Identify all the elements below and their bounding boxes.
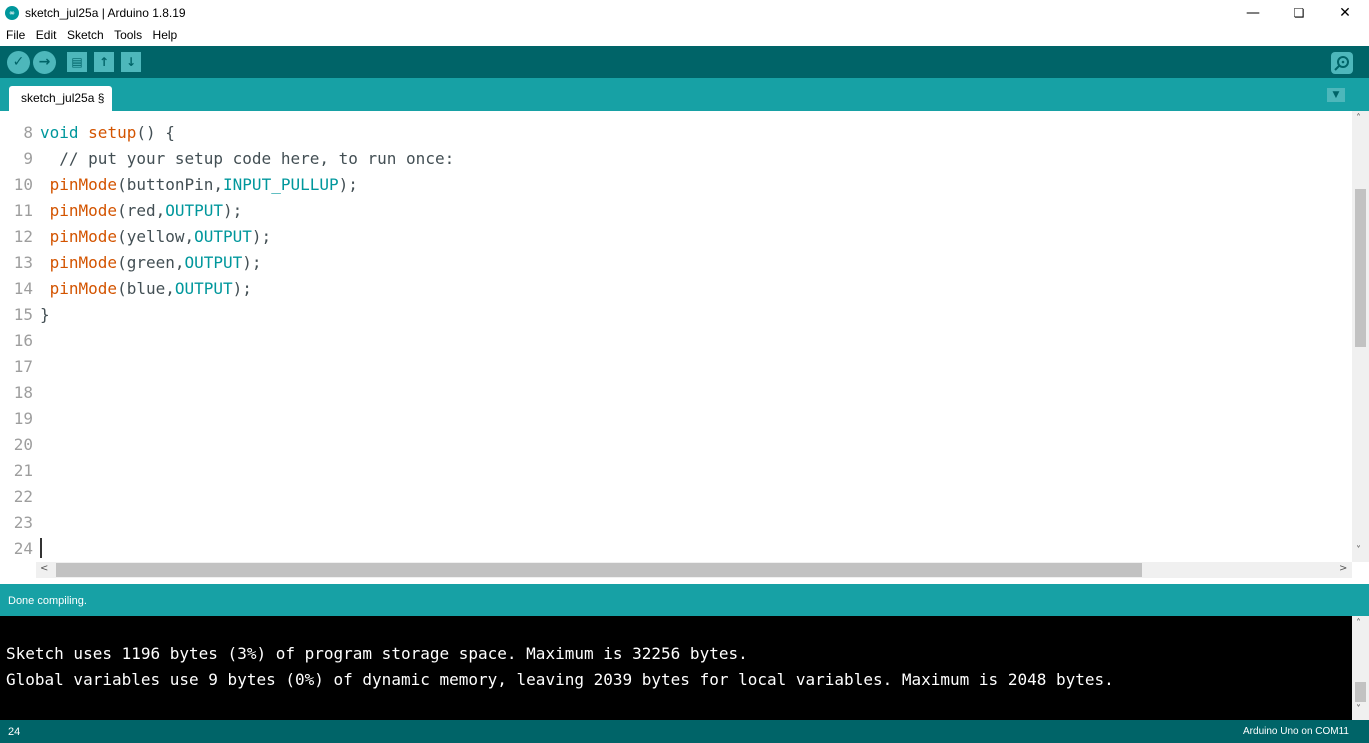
line-number: 16	[13, 331, 33, 350]
scroll-up-icon[interactable]: ˄	[1356, 618, 1361, 629]
minimize-button[interactable]: —	[1230, 0, 1276, 26]
status-message: Done compiling.	[8, 595, 87, 607]
new-sketch-button[interactable]: ▤	[67, 52, 87, 72]
verify-button[interactable]: ✓	[7, 51, 30, 74]
menu-bar: File Edit Sketch Tools Help	[0, 26, 1369, 46]
scroll-left-icon[interactable]: <	[40, 563, 48, 574]
editor-horizontal-scrollbar[interactable]: < >	[36, 562, 1352, 578]
line-number: 22	[13, 487, 33, 506]
code-line: void setup() {	[40, 123, 175, 142]
code-line: // put your setup code here, to run once…	[40, 149, 455, 168]
line-number: 10	[13, 175, 33, 194]
toolbar: ✓ → ▤ ↑ ↓	[0, 46, 1369, 78]
window-title: sketch_jul25a | Arduino 1.8.19	[25, 6, 186, 20]
restore-button[interactable]: ❏	[1276, 0, 1322, 26]
menu-sketch[interactable]: Sketch	[67, 26, 104, 42]
scroll-down-icon[interactable]: ˅	[1356, 545, 1361, 556]
line-number: 15	[13, 305, 33, 324]
console-scroll-thumb[interactable]	[1355, 682, 1366, 702]
serial-monitor-button[interactable]	[1331, 52, 1353, 74]
menu-tools[interactable]: Tools	[114, 26, 142, 42]
arduino-logo-icon: ∞	[5, 6, 19, 20]
code-line: pinMode(yellow,OUTPUT);	[40, 227, 272, 246]
tab-sketch[interactable]: sketch_jul25a §	[9, 86, 113, 111]
console-line: Global variables use 9 bytes (0%) of dyn…	[6, 670, 1114, 689]
line-number: 18	[13, 383, 33, 402]
open-sketch-button[interactable]: ↑	[94, 52, 114, 72]
bottom-status-bar: 24 Arduino Uno on COM11	[0, 720, 1369, 743]
vertical-scroll-thumb[interactable]	[1355, 189, 1366, 347]
board-port-info: Arduino Uno on COM11	[1243, 726, 1349, 737]
close-button[interactable]: ✕	[1322, 0, 1368, 26]
code-line: pinMode(green,OUTPUT);	[40, 253, 262, 272]
line-number: 8	[23, 123, 33, 142]
code-line: pinMode(buttonPin,INPUT_PULLUP);	[40, 175, 358, 194]
upload-button[interactable]: →	[33, 51, 56, 74]
current-line-number: 24	[8, 726, 21, 738]
line-number: 13	[13, 253, 33, 272]
line-number: 24	[13, 539, 33, 558]
scroll-right-icon[interactable]: >	[1339, 563, 1347, 574]
line-number: 12	[13, 227, 33, 246]
horizontal-scroll-thumb[interactable]	[56, 563, 1142, 577]
scroll-down-icon[interactable]: ˅	[1356, 704, 1361, 715]
code-line: pinMode(red,OUTPUT);	[40, 201, 243, 220]
line-number: 23	[13, 513, 33, 532]
line-number: 11	[13, 201, 33, 220]
code-line: pinMode(blue,OUTPUT);	[40, 279, 252, 298]
menu-file[interactable]: File	[6, 26, 25, 42]
editor-vertical-scrollbar[interactable]: ˄ ˅	[1352, 111, 1369, 562]
line-number: 19	[13, 409, 33, 428]
code-editor[interactable]: - 8 9 10 11 12 13 14 15 16 17 18 19 20 2…	[0, 111, 1369, 562]
code-line: }	[40, 305, 50, 324]
tab-bar: sketch_jul25a § ▼	[0, 78, 1369, 111]
line-number: 14	[13, 279, 33, 298]
menu-help[interactable]: Help	[153, 26, 178, 42]
scroll-up-icon[interactable]: ˄	[1356, 113, 1361, 124]
line-number: 21	[13, 461, 33, 480]
console-vertical-scrollbar[interactable]: ˄ ˅	[1352, 616, 1369, 720]
line-number: 17	[13, 357, 33, 376]
console-line: Sketch uses 1196 bytes (3%) of program s…	[6, 644, 748, 663]
save-sketch-button[interactable]: ↓	[121, 52, 141, 72]
menu-edit[interactable]: Edit	[36, 26, 57, 42]
line-number: 9	[23, 149, 33, 168]
magnifier-icon	[1334, 56, 1349, 71]
tab-menu-button[interactable]: ▼	[1327, 88, 1345, 102]
line-number: 20	[13, 435, 33, 454]
status-bar: Done compiling.	[0, 584, 1369, 616]
console-output: Sketch uses 1196 bytes (3%) of program s…	[0, 616, 1369, 720]
text-cursor	[40, 538, 42, 558]
title-bar: ∞ sketch_jul25a | Arduino 1.8.19 — ❏ ✕	[0, 0, 1369, 26]
